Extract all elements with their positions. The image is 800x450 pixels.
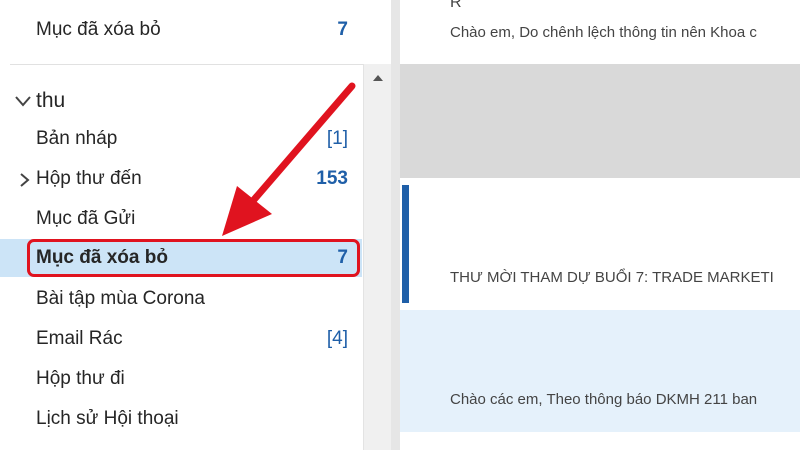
unread-indicator <box>402 185 409 303</box>
message-sender: R <box>450 0 462 11</box>
folder-item-corona[interactable]: Bài tập mùa Corona <box>0 280 362 318</box>
message-item[interactable] <box>400 64 800 178</box>
scroll-up-button[interactable] <box>364 64 391 92</box>
folder-item-outbox[interactable]: Hộp thư đi <box>0 360 362 398</box>
message-preview: Chào các em, Theo thông báo DKMH 211 ban <box>450 391 758 408</box>
folder-label: Mục đã xóa bỏ <box>36 19 161 40</box>
message-item[interactable]: Chào các em, Theo thông báo DKMH 211 ban <box>400 310 800 432</box>
message-preview: Chào em, Do chênh lệch thông tin nên Kho… <box>450 24 757 41</box>
message-list: R Chào em, Do chênh lệch thông tin nên K… <box>400 0 800 450</box>
message-item[interactable]: THƯ MỜI THAM DỰ BUỔI 7: TRADE MARKETI <box>400 185 800 303</box>
caret-up-icon <box>372 75 383 81</box>
folder-item-deleted-top[interactable]: Mục đã xóa bỏ 7 <box>0 11 362 49</box>
account-header[interactable]: thu <box>0 82 362 120</box>
folder-count: 7 <box>337 19 348 40</box>
annotation-highlight-box <box>27 239 360 277</box>
folder-label: Bản nháp <box>36 128 118 149</box>
folder-item-inbox[interactable]: Hộp thư đến 153 <box>0 160 362 198</box>
folder-count: [4] <box>326 328 348 349</box>
message-item[interactable]: R Chào em, Do chênh lệch thông tin nên K… <box>400 0 800 58</box>
folder-label: Hộp thư đi <box>36 368 125 389</box>
folder-item-drafts[interactable]: Bản nháp [1] <box>0 120 362 158</box>
folder-label: Lịch sử Hội thoại <box>36 408 179 429</box>
chevron-down-icon[interactable] <box>14 94 32 108</box>
folder-label: Email Rác <box>36 328 123 349</box>
folder-item-conversation-history[interactable]: Lịch sử Hội thoại <box>0 400 362 438</box>
folder-scrollbar[interactable] <box>363 64 391 450</box>
chevron-right-icon[interactable] <box>18 172 30 188</box>
folder-label: Bài tập mùa Corona <box>36 288 205 309</box>
folder-label: Mục đã Gửi <box>36 208 136 229</box>
folder-item-sent[interactable]: Mục đã Gửi <box>0 200 362 238</box>
folder-count: [1] <box>326 128 348 149</box>
folder-count: 153 <box>316 168 348 189</box>
folder-pane: Mục đã xóa bỏ 7 thu Bản nháp [1] Hộp thư… <box>0 0 400 450</box>
folder-label: Hộp thư đến <box>36 168 142 189</box>
message-preview: THƯ MỜI THAM DỰ BUỔI 7: TRADE MARKETI <box>450 269 774 286</box>
section-divider <box>10 64 390 65</box>
folder-item-junk[interactable]: Email Rác [4] <box>0 320 362 358</box>
pane-separator[interactable] <box>391 0 400 450</box>
account-name: thu <box>36 89 66 112</box>
